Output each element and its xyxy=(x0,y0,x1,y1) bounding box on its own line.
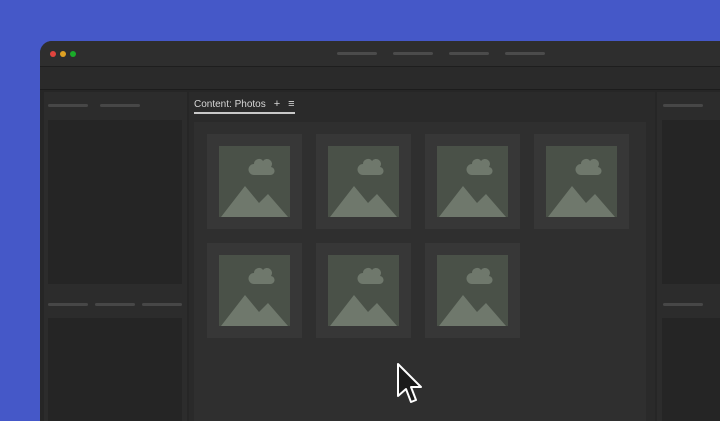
tab-title: Content: Photos xyxy=(194,98,266,110)
right-panel-tab-placeholder[interactable] xyxy=(663,303,703,306)
photo-tile[interactable] xyxy=(316,243,411,338)
photo-tile[interactable] xyxy=(207,134,302,229)
right-panel-tab-placeholder[interactable] xyxy=(663,104,703,107)
left-panel-tab-placeholder[interactable] xyxy=(100,104,140,107)
image-placeholder-icon xyxy=(328,146,399,217)
active-tab-indicator xyxy=(194,112,295,114)
menu-item-placeholder[interactable] xyxy=(337,52,377,55)
left-panel-tab-placeholder[interactable] xyxy=(48,104,88,107)
right-panel-top-area xyxy=(662,120,720,284)
menu-item-placeholder[interactable] xyxy=(505,52,545,55)
menu-item-placeholder[interactable] xyxy=(393,52,433,55)
left-panel xyxy=(44,92,187,421)
image-placeholder-icon xyxy=(328,255,399,326)
right-panel xyxy=(657,92,720,421)
add-icon[interactable]: + xyxy=(274,98,280,110)
photo-tile[interactable] xyxy=(425,134,520,229)
photo-tile[interactable] xyxy=(425,243,520,338)
image-placeholder-icon xyxy=(219,146,290,217)
image-placeholder-icon xyxy=(219,255,290,326)
left-panel-tab-placeholder[interactable] xyxy=(48,303,88,306)
image-placeholder-icon xyxy=(437,146,508,217)
left-panel-tab-placeholder[interactable] xyxy=(95,303,135,306)
right-panel-bottom-area xyxy=(662,318,720,421)
left-panel-top-area xyxy=(48,120,182,284)
tab-content-photos[interactable]: Content: Photos + ≡ xyxy=(194,95,295,113)
photo-tile[interactable] xyxy=(316,134,411,229)
menu-item-placeholder[interactable] xyxy=(449,52,489,55)
photo-tile[interactable] xyxy=(534,134,629,229)
image-placeholder-icon xyxy=(437,255,508,326)
mouse-cursor-icon xyxy=(397,363,422,403)
panel-menu-icon[interactable]: ≡ xyxy=(288,98,294,110)
image-placeholder-icon xyxy=(546,146,617,217)
maximize-window-button[interactable] xyxy=(70,51,76,57)
title-bar xyxy=(40,41,720,67)
app-window: Content: Photos + ≡ xyxy=(40,41,720,421)
photo-tile[interactable] xyxy=(207,243,302,338)
left-panel-tab-placeholder[interactable] xyxy=(142,303,182,306)
minimize-window-button[interactable] xyxy=(60,51,66,57)
content-tab-bar: Content: Photos + ≡ xyxy=(189,92,655,116)
close-window-button[interactable] xyxy=(50,51,56,57)
toolbar xyxy=(40,67,720,90)
left-panel-bottom-area xyxy=(48,318,182,421)
